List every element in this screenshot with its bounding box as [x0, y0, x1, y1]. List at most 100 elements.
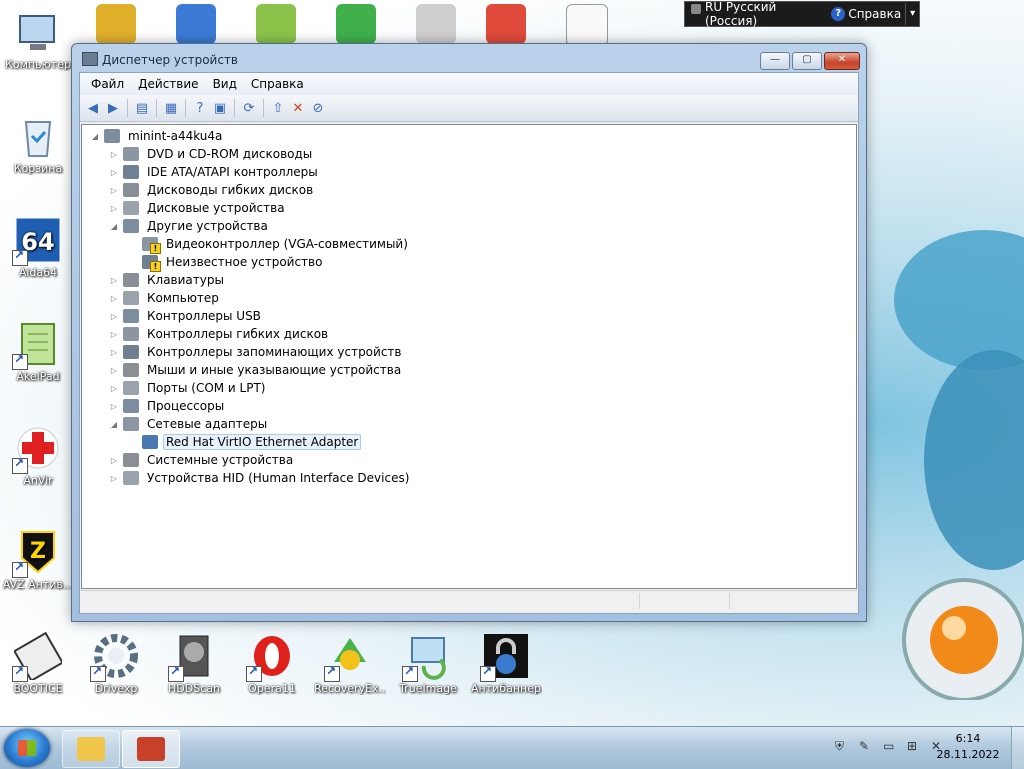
view-icon[interactable]: ▣ — [211, 99, 229, 117]
device-icon — [123, 219, 139, 233]
gear-icon — [90, 632, 140, 682]
tree-item-label: Устройства HID (Human Interface Devices) — [147, 471, 410, 485]
expand-icon[interactable]: ▷ — [109, 294, 119, 303]
uninstall-icon[interactable]: ✕ — [289, 99, 307, 117]
expand-icon[interactable]: ▷ — [109, 204, 119, 213]
menu-view[interactable]: Вид — [206, 77, 244, 91]
tree-item[interactable]: Неизвестное устройство — [128, 253, 325, 272]
tree-root[interactable]: ◢ minint-a44ku4a — [90, 127, 225, 145]
collapse-icon[interactable]: ◢ — [109, 420, 119, 429]
expand-icon[interactable]: ▷ — [109, 168, 119, 177]
tree-item[interactable]: ◢ Сетевые адаптеры — [109, 415, 270, 433]
tree-item[interactable]: ▷ IDE ATA/ATAPI контроллеры — [109, 163, 321, 181]
taskbar-device-manager[interactable] — [122, 730, 180, 768]
security-shield-icon[interactable]: ⛨ — [835, 739, 851, 755]
desktop-icon-recoveryex[interactable]: RecoveryEx... — [314, 632, 386, 695]
expand-icon[interactable]: ▷ — [109, 384, 119, 393]
collapse-icon[interactable]: ◢ — [109, 222, 119, 231]
expand-icon[interactable]: ▷ — [109, 330, 119, 339]
tree-item-label: IDE ATA/ATAPI контроллеры — [147, 165, 318, 179]
desktop-icon-recycle-bin[interactable]: Корзина — [2, 112, 74, 175]
desktop-icon-hddscan[interactable]: HDDScan — [158, 632, 230, 695]
expand-icon[interactable]: ▷ — [109, 348, 119, 357]
app-icon[interactable] — [256, 4, 296, 44]
expand-icon[interactable]: ▷ — [109, 276, 119, 285]
tree-item[interactable]: ▷ Клавиатуры — [109, 271, 227, 289]
device-icon — [123, 327, 139, 341]
desktop-icon-computer[interactable]: Компьютер — [2, 8, 74, 71]
scan-hardware-icon[interactable]: ⟳ — [240, 99, 258, 117]
tree-item[interactable]: ▷ Компьютер — [109, 289, 222, 307]
menu-help[interactable]: Справка — [244, 77, 311, 91]
update-driver-icon[interactable]: ⇧ — [269, 99, 287, 117]
tree-item[interactable]: ▷ Процессоры — [109, 397, 227, 415]
maximize-button[interactable]: ▢ — [792, 52, 822, 70]
tree-item[interactable]: ▷ Системные устройства — [109, 451, 296, 469]
tree-item-label: Процессоры — [147, 399, 225, 413]
tree-item[interactable]: ▷ Контроллеры USB — [109, 307, 264, 325]
desktop-icon-drivexp[interactable]: Drivexp — [80, 632, 152, 695]
show-hide-tree-icon[interactable]: ▤ — [133, 99, 151, 117]
forward-arrow-icon[interactable]: ▶ — [104, 99, 122, 117]
shortcut-arrow-icon — [168, 664, 184, 682]
app-icon[interactable] — [176, 4, 216, 44]
tree-item[interactable]: Red Hat VirtIO Ethernet Adapter — [128, 433, 362, 451]
device-manager-window[interactable]: Диспетчер устройств — ▢ ✕ Файл Действие … — [71, 43, 867, 622]
properties-icon[interactable]: ▦ — [162, 99, 180, 117]
expand-icon[interactable]: ▷ — [109, 186, 119, 195]
language-bar[interactable]: RU Русский (Россия) ? Справка ▾ — [684, 0, 920, 28]
desktop-icon-avz[interactable]: Z AVZ Антив... — [2, 528, 74, 591]
collapse-icon[interactable]: ◢ — [90, 132, 100, 141]
tree-item[interactable]: ▷ Порты (COM и LPT) — [109, 379, 268, 397]
desktop-icon-anvir[interactable]: AnVir — [2, 424, 74, 487]
desktop-icon-opera[interactable]: Opera11 — [236, 632, 308, 695]
clock[interactable]: 6:14 28.11.2022 — [928, 731, 1008, 763]
help-button[interactable]: ? Справка — [827, 7, 905, 21]
menu-action[interactable]: Действие — [131, 77, 205, 91]
langbar-options-button[interactable]: ▾ — [905, 3, 919, 25]
tree-item[interactable]: ▷ DVD и CD-ROM дисководы — [109, 145, 315, 163]
app-icon[interactable] — [336, 4, 376, 44]
tree-item[interactable]: ▷ Дисковые устройства — [109, 199, 288, 217]
expand-icon[interactable]: ▷ — [109, 312, 119, 321]
app-icon[interactable] — [96, 4, 136, 44]
tree-item[interactable]: ▷ Контроллеры гибких дисков — [109, 325, 331, 343]
desktop-icon-label: Opera11 — [248, 682, 296, 695]
language-indicator[interactable]: RU Русский (Россия) — [685, 0, 827, 28]
taskbar-explorer[interactable] — [62, 730, 120, 768]
app-icon[interactable] — [566, 4, 608, 46]
expand-icon[interactable]: ▷ — [109, 150, 119, 159]
tree-item[interactable]: ▷ Мыши и иные указывающие устройства — [109, 361, 404, 379]
device-tree[interactable]: ◢ minint-a44ku4a ▷ DVD и CD-ROM дисководы… — [81, 124, 857, 589]
menu-file[interactable]: Файл — [84, 77, 131, 91]
desktop-icon-label: AnVir — [23, 474, 53, 487]
app-icon[interactable] — [486, 4, 526, 44]
expand-icon[interactable]: ▷ — [109, 456, 119, 465]
tree-item[interactable]: ▷ Дисководы гибких дисков — [109, 181, 316, 199]
expand-icon[interactable]: ▷ — [109, 366, 119, 375]
desktop-icon-antibanner[interactable]: Антибаннер — [470, 632, 542, 695]
network-icon[interactable]: ⊞ — [907, 739, 923, 755]
tree-item-label: Другие устройства — [147, 219, 268, 233]
expand-icon[interactable]: ▷ — [109, 402, 119, 411]
desktop-icon-akelpad[interactable]: AkelPad — [2, 320, 74, 383]
start-button[interactable] — [4, 729, 50, 767]
tree-item[interactable]: Видеоконтроллер (VGA-совместимый) — [128, 235, 411, 254]
expand-icon[interactable]: ▷ — [109, 474, 119, 483]
tools-icon[interactable]: ✎ — [859, 739, 875, 755]
app-icon[interactable] — [416, 4, 456, 44]
desktop-icon-trueimage[interactable]: TrueImage — [392, 632, 464, 695]
show-desktop-button[interactable] — [1011, 727, 1024, 769]
tree-item[interactable]: ▷ Устройства HID (Human Interface Devices… — [109, 469, 412, 487]
tree-item[interactable]: ▷ Контроллеры запоминающих устройств — [109, 343, 404, 361]
window-titlebar[interactable]: Диспетчер устройств — ▢ ✕ — [72, 44, 866, 72]
desktop-icon-bootice[interactable]: BOOTICE — [2, 631, 74, 695]
desktop-icon-aida64[interactable]: 64 Aida64 — [2, 216, 74, 279]
disable-device-icon[interactable]: ⊘ — [309, 99, 327, 117]
tree-item[interactable]: ◢ Другие устройства — [109, 217, 271, 235]
help-icon[interactable]: ? — [191, 99, 209, 117]
close-button[interactable]: ✕ — [824, 52, 860, 70]
back-arrow-icon[interactable]: ◀ — [84, 99, 102, 117]
minimize-button[interactable]: — — [760, 52, 790, 70]
display-icon[interactable]: ▭ — [883, 739, 899, 755]
